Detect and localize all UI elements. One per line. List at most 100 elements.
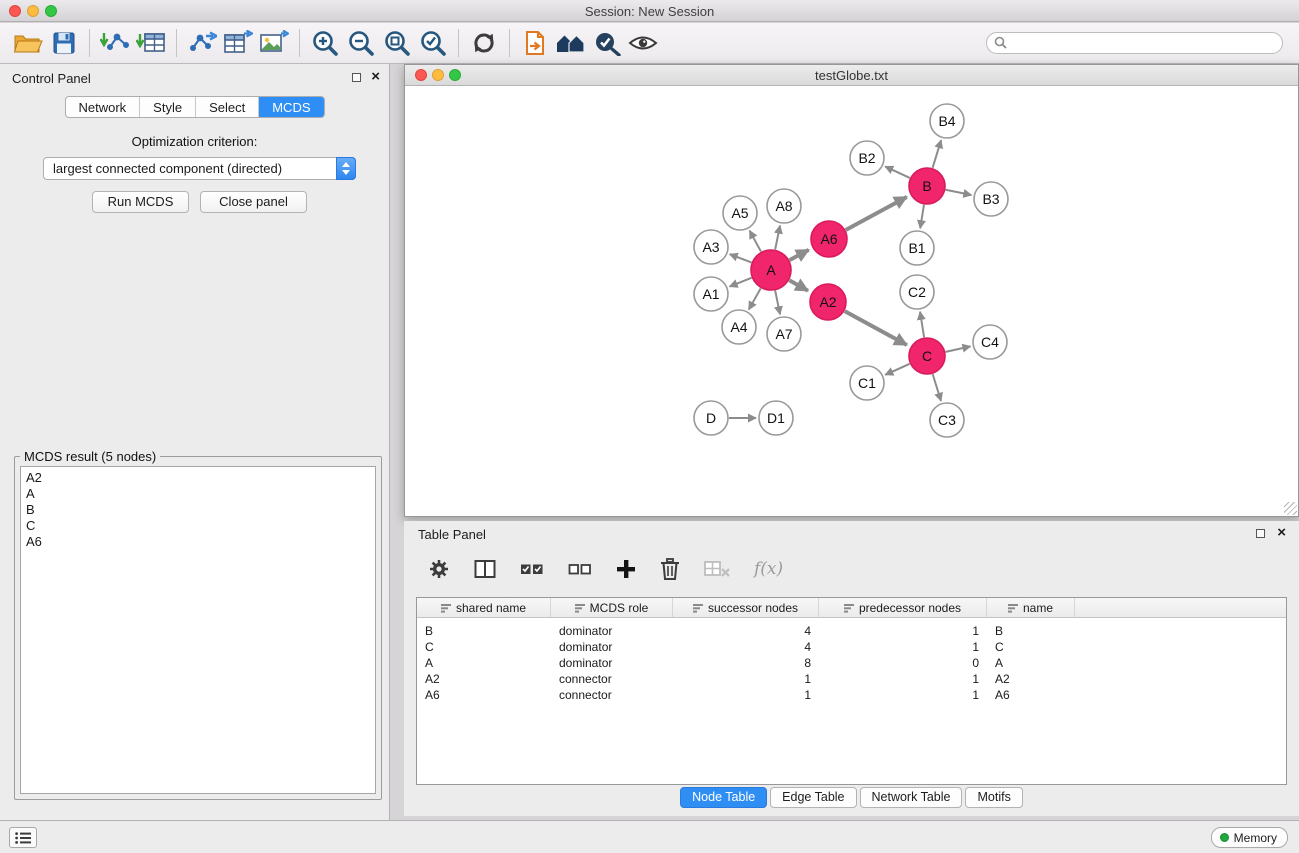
table-row[interactable]: Cdominator41C xyxy=(417,639,1286,655)
table-cell[interactable]: 1 xyxy=(819,639,987,655)
table-settings-gear-icon[interactable] xyxy=(428,558,450,580)
search-field-wrap xyxy=(986,32,1283,54)
edge-B-B1[interactable] xyxy=(920,205,924,228)
edge-A-A4[interactable] xyxy=(749,288,761,309)
table-cell[interactable]: connector xyxy=(551,671,673,687)
run-mcds-button[interactable]: Run MCDS xyxy=(92,191,189,213)
tab-style[interactable]: Style xyxy=(140,97,196,117)
table-cell[interactable]: 4 xyxy=(673,639,819,655)
edge-B-B4[interactable] xyxy=(933,140,942,168)
delete-table-icon[interactable] xyxy=(704,560,730,578)
export-network-icon[interactable] xyxy=(184,26,220,60)
select-all-icon[interactable] xyxy=(520,560,544,578)
table-row[interactable]: A6connector11A6 xyxy=(417,687,1286,703)
export-table-icon[interactable] xyxy=(220,26,256,60)
table-row[interactable]: Bdominator41B xyxy=(417,623,1286,639)
edge-A-A5[interactable] xyxy=(750,231,761,252)
close-panel-button[interactable]: Close panel xyxy=(200,191,307,213)
deselect-all-icon[interactable] xyxy=(568,560,592,578)
column-header-shared-name[interactable]: shared name xyxy=(417,598,551,617)
zoom-fit-icon[interactable] xyxy=(379,26,415,60)
network-file-icon[interactable] xyxy=(517,26,553,60)
function-builder-icon[interactable]: f(x) xyxy=(754,559,783,579)
column-header-predecessor-nodes[interactable]: predecessor nodes xyxy=(819,598,987,617)
network-canvas[interactable]: B4B2BB3A5A8A6B1A3AC2A1A2A4A7C4CC1DD1C3 xyxy=(406,87,1297,515)
edge-A-A6[interactable] xyxy=(790,250,809,260)
edge-C-C1[interactable] xyxy=(885,364,909,375)
open-session-icon[interactable] xyxy=(10,26,46,60)
eye-icon[interactable] xyxy=(625,26,661,60)
task-list-button[interactable] xyxy=(9,827,37,848)
edge-C-C2[interactable] xyxy=(920,312,924,337)
import-table-icon[interactable] xyxy=(133,26,169,60)
delete-column-trash-icon[interactable] xyxy=(660,558,680,580)
style-check-icon[interactable] xyxy=(589,26,625,60)
table-cell[interactable]: 0 xyxy=(819,655,987,671)
refresh-icon[interactable] xyxy=(466,26,502,60)
show-columns-icon[interactable] xyxy=(474,559,496,579)
table-cell[interactable]: A6 xyxy=(417,687,551,703)
float-table-panel-icon[interactable] xyxy=(1256,529,1265,538)
table-cell[interactable]: B xyxy=(987,623,1075,639)
table-cell[interactable]: 1 xyxy=(673,671,819,687)
search-input[interactable] xyxy=(986,32,1283,54)
tab-mcds[interactable]: MCDS xyxy=(259,97,323,117)
edge-A2-C[interactable] xyxy=(845,311,907,345)
edge-A6-B[interactable] xyxy=(846,197,907,230)
table-cell[interactable]: A2 xyxy=(417,671,551,687)
column-header-name[interactable]: name xyxy=(987,598,1075,617)
edge-C-C3[interactable] xyxy=(933,374,941,401)
zoom-out-icon[interactable] xyxy=(343,26,379,60)
table-cell[interactable]: connector xyxy=(551,687,673,703)
resize-grip-icon[interactable] xyxy=(1284,502,1297,515)
mcds-result-list[interactable]: A2ABCA6 xyxy=(20,466,376,794)
edge-A-A3[interactable] xyxy=(730,254,752,262)
close-panel-icon[interactable]: × xyxy=(371,69,380,85)
zoom-in-icon[interactable] xyxy=(307,26,343,60)
export-image-icon[interactable] xyxy=(256,26,292,60)
table-cell[interactable]: 1 xyxy=(673,687,819,703)
table-cell[interactable]: 1 xyxy=(819,687,987,703)
table-cell[interactable]: A6 xyxy=(987,687,1075,703)
save-session-icon[interactable] xyxy=(46,26,82,60)
edge-A-A1[interactable] xyxy=(730,278,752,287)
table-cell[interactable]: 8 xyxy=(673,655,819,671)
table-cell[interactable]: dominator xyxy=(551,639,673,655)
edge-B-B2[interactable] xyxy=(885,166,910,178)
float-panel-icon[interactable] xyxy=(352,73,361,82)
memory-button[interactable]: Memory xyxy=(1211,827,1288,848)
edge-A-A2[interactable] xyxy=(789,280,808,290)
tab-motifs[interactable]: Motifs xyxy=(965,787,1022,808)
criterion-dropdown[interactable]: largest connected component (directed) xyxy=(43,157,356,180)
close-table-panel-icon[interactable]: × xyxy=(1277,525,1286,541)
tab-edge-table[interactable]: Edge Table xyxy=(770,787,856,808)
column-header-mcds-role[interactable]: MCDS role xyxy=(551,598,673,617)
home-icon[interactable] xyxy=(553,26,589,60)
column-header-successor-nodes[interactable]: successor nodes xyxy=(673,598,819,617)
tab-network[interactable]: Network xyxy=(65,97,140,117)
table-row[interactable]: A2connector11A2 xyxy=(417,671,1286,687)
edge-C-C4[interactable] xyxy=(946,346,971,352)
table-cell[interactable]: dominator xyxy=(551,655,673,671)
node-label-A1: A1 xyxy=(702,286,719,302)
add-column-icon[interactable] xyxy=(616,559,636,579)
tab-select[interactable]: Select xyxy=(196,97,259,117)
table-cell[interactable]: A xyxy=(417,655,551,671)
import-network-icon[interactable] xyxy=(97,26,133,60)
edge-B-B3[interactable] xyxy=(946,190,972,195)
table-cell[interactable]: 1 xyxy=(819,671,987,687)
tab-network-table[interactable]: Network Table xyxy=(860,787,963,808)
tab-node-table[interactable]: Node Table xyxy=(680,787,767,808)
table-row[interactable]: Adominator80A xyxy=(417,655,1286,671)
edge-A-A7[interactable] xyxy=(775,291,780,315)
zoom-selected-icon[interactable] xyxy=(415,26,451,60)
table-cell[interactable]: 4 xyxy=(673,623,819,639)
table-cell[interactable]: A xyxy=(987,655,1075,671)
table-cell[interactable]: B xyxy=(417,623,551,639)
table-cell[interactable]: 1 xyxy=(819,623,987,639)
table-cell[interactable]: C xyxy=(987,639,1075,655)
table-cell[interactable]: A2 xyxy=(987,671,1075,687)
table-cell[interactable]: dominator xyxy=(551,623,673,639)
edge-A-A8[interactable] xyxy=(775,226,780,250)
table-cell[interactable]: C xyxy=(417,639,551,655)
